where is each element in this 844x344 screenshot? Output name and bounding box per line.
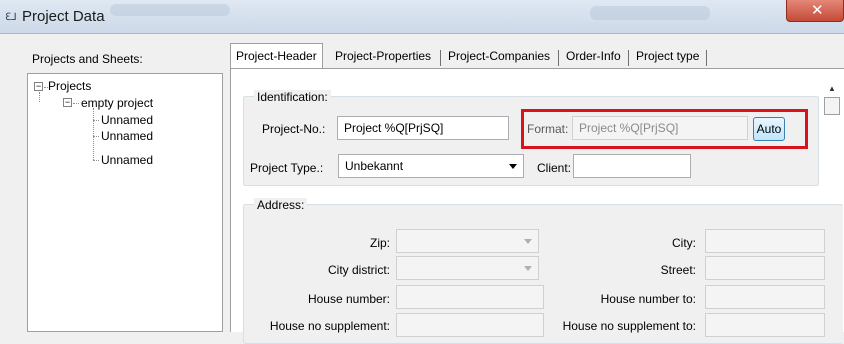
chevron-down-icon [524, 239, 532, 244]
house-no-supplement-label: House no supplement: [269, 319, 390, 333]
close-button[interactable]: ✕ [786, 0, 844, 22]
tab-separator [706, 50, 707, 66]
tree-connector [39, 92, 40, 102]
tab-project-type[interactable]: Project type [631, 45, 704, 67]
tree-connector [93, 136, 99, 137]
tree-connector [93, 120, 99, 121]
collapse-icon[interactable]: − [63, 98, 72, 107]
tree-connector [93, 160, 99, 161]
tree-item-sheet[interactable]: Unnamed [101, 153, 153, 167]
projects-and-sheets-label: Projects and Sheets: [32, 52, 143, 66]
house-number-label: House number: [307, 292, 390, 306]
client-label: Client: [537, 161, 572, 175]
tab-project-companies[interactable]: Project-Companies [443, 45, 555, 67]
city-district-select [396, 256, 539, 280]
house-number-input [396, 285, 544, 309]
tree-item-projects[interactable]: Projects [48, 79, 91, 93]
client-input[interactable] [573, 154, 691, 178]
city-input [705, 229, 825, 253]
project-no-label: Project-No.: [262, 122, 326, 136]
close-icon: ✕ [811, 2, 824, 19]
app-icon: ℇ⅃ [5, 12, 17, 23]
title-bar: ℇ⅃ Project Data ✕ [0, 0, 844, 34]
project-type-label: Project Type.: [250, 161, 324, 175]
tree-connector [73, 103, 79, 104]
collapse-icon[interactable]: − [34, 82, 43, 91]
street-label: Street: [660, 263, 696, 277]
scrollbar-thumb[interactable] [824, 97, 840, 115]
house-no-supplement-input [396, 313, 544, 337]
house-no-supplement-to-label: House no supplement to: [562, 319, 696, 333]
house-number-to-label: House number to: [600, 292, 696, 306]
tree-item-sheet[interactable]: Unnamed [101, 113, 153, 127]
chevron-down-icon [509, 164, 517, 169]
tree-item-sheet[interactable]: Unnamed [101, 129, 153, 143]
tab-project-properties[interactable]: Project-Properties [330, 45, 436, 67]
tab-separator [558, 50, 559, 66]
identification-title: Identification: [254, 90, 331, 104]
city-label: City: [672, 236, 696, 250]
project-type-value: Unbekannt [345, 159, 404, 173]
address-title: Address: [254, 198, 308, 212]
format-highlight-box [521, 109, 808, 149]
city-district-label: City district: [327, 263, 390, 277]
project-tree[interactable]: − Projects − empty project Unnamed Unnam… [27, 73, 223, 332]
zip-select [396, 229, 539, 253]
tab-project-header[interactable]: Project-Header [230, 43, 323, 68]
window-title: Project Data [22, 8, 105, 25]
project-no-input[interactable]: Project %Q[PrjSQ] [337, 116, 509, 140]
blurred-title-area [590, 6, 710, 20]
chevron-down-icon [524, 266, 532, 271]
tab-order-info[interactable]: Order-Info [561, 45, 626, 67]
tree-item-empty-project[interactable]: empty project [81, 96, 153, 110]
tree-connector [93, 108, 94, 160]
tab-separator [440, 50, 441, 66]
house-no-supplement-to-input [705, 313, 825, 337]
zip-label: Zip: [369, 236, 390, 250]
street-input [705, 256, 825, 280]
blurred-title-area [110, 4, 230, 16]
tab-separator [628, 50, 629, 66]
house-number-to-input [705, 285, 825, 309]
project-type-select[interactable]: Unbekannt [338, 154, 524, 178]
scroll-up-icon[interactable]: ▲ [826, 84, 838, 96]
